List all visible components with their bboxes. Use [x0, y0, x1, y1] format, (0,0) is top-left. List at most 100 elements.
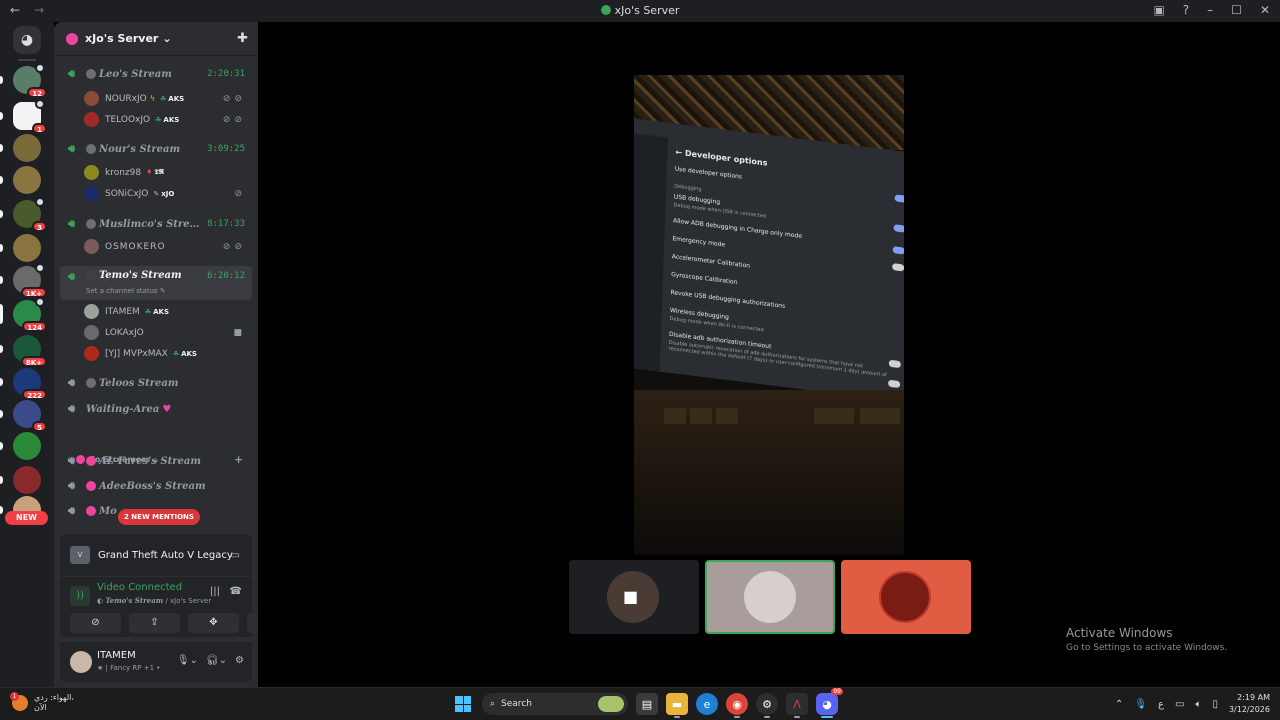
muted-icon: ⊘ — [234, 188, 246, 199]
server-icon[interactable]: 124 — [13, 297, 47, 332]
gear-icon[interactable]: ⚙ — [235, 655, 244, 666]
channel-emoji-icon — [86, 456, 96, 466]
edge-icon[interactable]: e — [696, 693, 718, 715]
voice-state[interactable]: Video Connected — [97, 582, 182, 593]
server-icon[interactable] — [13, 466, 41, 494]
camera-icon: ■ — [233, 327, 246, 338]
voice-location[interactable]: ◐ Temo's Stream / xJo's Server — [97, 596, 211, 605]
voice-channel-waiting-area[interactable]: 🔊︎ Waiting-Area ♥ — [60, 399, 252, 419]
network-icon[interactable]: ▭ — [1175, 699, 1184, 710]
voice-user-osmokero[interactable]: OSMOKERO ⊘⊘ — [84, 238, 252, 255]
avatar[interactable] — [70, 651, 92, 673]
search-highlight-icon — [598, 696, 624, 712]
focused-video-stream[interactable]: ← Developer options Use developer option… — [634, 75, 904, 555]
add-member-icon[interactable]: ✚ — [237, 31, 248, 46]
server-icon[interactable]: 1 — [13, 99, 47, 134]
microphone-icon[interactable]: 🎙︎ — [1134, 699, 1147, 710]
voice-user-lokaxjo[interactable]: LOKAxJO ■ — [84, 324, 252, 341]
weather-icon: 1 — [10, 692, 28, 711]
minimize-button[interactable]: – — [1207, 3, 1213, 17]
avatar — [744, 571, 796, 623]
speaker-icon: 🔊︎ — [68, 67, 75, 80]
server-icon[interactable]: 5 — [13, 400, 47, 432]
stream-screen-icon[interactable]: ▭ — [231, 550, 240, 561]
server-icon[interactable] — [13, 432, 41, 460]
volume-icon[interactable]: 🔈︎ — [1195, 699, 1201, 710]
file-explorer-icon[interactable]: ▬ — [666, 693, 688, 718]
task-view-icon[interactable]: ▤ — [636, 693, 658, 715]
noise-suppression-icon[interactable]: ||| — [210, 586, 220, 597]
user-panel: ITAMEM ★ | Fancy RP +1 • 🎙︎⌄ 🎧︎⌄ ⚙ — [60, 642, 252, 682]
voice-user-itamem[interactable]: ITAMEM ☘ AKS — [84, 303, 252, 320]
server-icon[interactable]: 12 — [13, 63, 47, 98]
inbox-icon[interactable]: ▣ — [1153, 3, 1164, 17]
participant-tile[interactable] — [841, 560, 971, 634]
activities-button[interactable]: ✥ — [188, 613, 239, 633]
server-header[interactable]: xJo's Server ⌄ ✚ — [54, 22, 258, 56]
new-mentions-pill[interactable]: 2 NEW MENTIONS — [118, 509, 200, 525]
chevron-up-icon[interactable]: ⌃ — [1115, 699, 1123, 710]
voice-user-sonicxjo[interactable]: SONiCxJO ✎ xJO ⊘ — [84, 185, 252, 202]
participant-tile[interactable]: ■ — [569, 560, 699, 634]
rail-separator — [18, 59, 36, 61]
channel-emoji-icon — [86, 481, 96, 491]
close-button[interactable]: ✕ — [1260, 3, 1270, 17]
windows-start-icon[interactable] — [452, 693, 474, 715]
user-name[interactable]: ITAMEM — [97, 650, 136, 661]
server-icon[interactable]: 222 — [13, 368, 47, 400]
phone-row: Use developer options — [674, 165, 743, 181]
weather-widget[interactable]: 1 الهواء: ردي، الآن — [10, 692, 74, 713]
server-icon[interactable] — [13, 166, 41, 194]
steam-icon[interactable]: ⚙ — [756, 693, 778, 718]
server-icon[interactable]: 8K+ — [13, 335, 47, 367]
adobe-icon[interactable]: Ʌ — [786, 693, 808, 718]
voice-channel-nour[interactable]: 🔊︎ Nour's Stream 3:09:25 — [60, 139, 252, 159]
participant-tile-speaking[interactable] — [705, 560, 835, 634]
channel-sidebar: xJo's Server ⌄ ✚ 🔊︎ Leo's Stream 2:20:31… — [54, 22, 298, 687]
voice-channel-temo-active[interactable]: 🔊︎ Temo's Stream 6:20:12 Set a channel s… — [60, 266, 252, 300]
voice-channel-leo[interactable]: 🔊︎ Leo's Stream 2:20:31 — [60, 64, 252, 84]
avatar — [84, 239, 99, 254]
disconnect-icon[interactable]: ☎ — [230, 586, 242, 597]
server-icon[interactable] — [13, 134, 41, 162]
battery-icon[interactable]: ▯ — [1212, 699, 1218, 710]
voice-user-kronz98[interactable]: kronz98 ♦ 𝕿𝕽 — [84, 164, 252, 181]
headphones-icon[interactable]: 🎧︎⌄ — [206, 655, 227, 666]
chrome-icon[interactable]: ◉ — [726, 693, 748, 718]
connection-signal-icon[interactable]: )) — [70, 586, 90, 606]
lightning-icon: ϟ — [149, 94, 156, 103]
channel-name: Temo's Stream — [99, 270, 182, 281]
taskbar-search[interactable]: ⌕ Search — [482, 693, 628, 715]
channel-emoji-icon: ♥ — [162, 403, 172, 415]
clock[interactable]: 2:19 AM 3/12/2026 — [1229, 692, 1270, 716]
help-icon[interactable]: ? — [1183, 3, 1189, 17]
screen-share-button[interactable]: ⇪ — [129, 613, 180, 633]
search-icon: ⌕ — [490, 699, 496, 709]
server-icon[interactable]: 1K+ — [13, 263, 47, 298]
voice-channel-teloos[interactable]: 🔊︎ Teloos Stream — [60, 373, 252, 393]
speaker-icon: 🔊︎ — [68, 454, 75, 467]
voice-user-telooxjo[interactable]: TELOOxJO ☘ AKS ⊘⊘ — [84, 111, 252, 128]
camera-off-button[interactable]: ⊘ — [70, 613, 121, 633]
voice-user-nourxjo[interactable]: NOURxJO ϟ ☘ AKS ⊘⊘ — [84, 90, 252, 107]
discord-taskbar-icon[interactable]: ◕ 99 — [816, 688, 843, 718]
voice-channel-al-fares[interactable]: 🔊︎ AL-Fares's Stream — [60, 451, 252, 471]
voice-channel-muslimco[interactable]: 🔊︎ Muslimco's Stre… 8:17:33 — [60, 214, 252, 234]
unread-pip — [0, 176, 3, 184]
server-icon[interactable] — [13, 234, 41, 262]
new-badge[interactable]: NEW — [5, 511, 48, 525]
speaker-icon: 🔊︎ — [68, 142, 75, 155]
server-icon[interactable]: 3 — [13, 197, 47, 232]
avatar — [84, 186, 99, 201]
voice-channel-adeeboss[interactable]: 🔊︎ AdeeBoss's Stream — [60, 476, 252, 496]
speaker-icon: 🔊︎ — [68, 270, 75, 283]
discord-app-window: ← → xJo's Server ▣ ? – ☐ ✕ ◕ 12 1 3 1K+ 124 8… — [0, 0, 1280, 720]
mention-badge: 12 — [27, 87, 47, 98]
discord-home-icon[interactable]: ◕ — [13, 26, 41, 54]
language-indicator[interactable]: ع — [1158, 699, 1164, 710]
voice-user-mvpxmax[interactable]: [YJ] MVPxMAX ☘ AKS — [84, 345, 252, 362]
avatar — [84, 304, 99, 319]
microphone-icon[interactable]: 🎙︎⌄ — [177, 655, 198, 666]
channel-status[interactable]: Set a channel status ✎ — [86, 287, 166, 295]
maximize-button[interactable]: ☐ — [1231, 3, 1242, 17]
